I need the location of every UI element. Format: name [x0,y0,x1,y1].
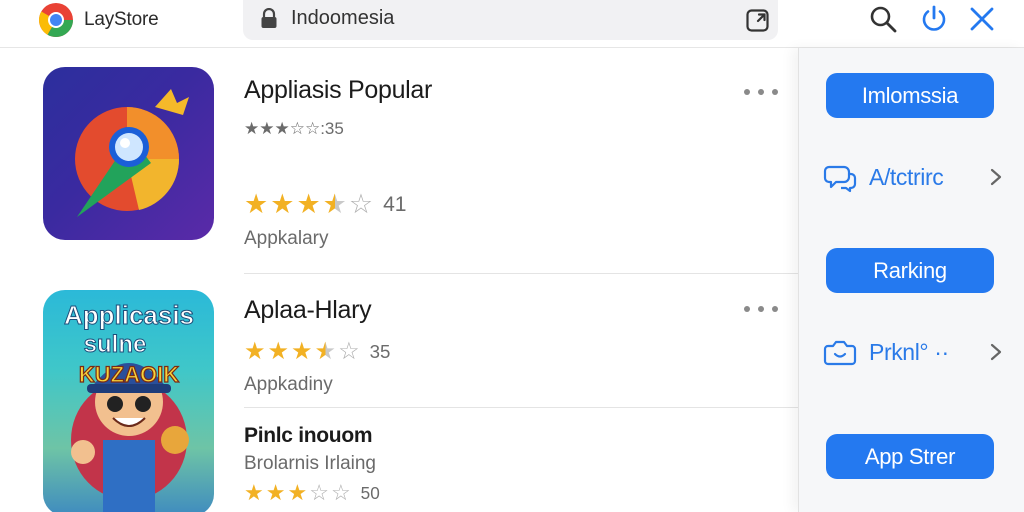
divider [244,407,798,408]
star-full-icon: ★ [244,338,266,365]
icon-caption-2: sulne [84,331,147,358]
star-full-icon: ★ [244,189,269,219]
app-title[interactable]: Aplaa-Hlary [244,296,372,325]
star-full-icon: ★ [287,480,308,505]
browser-logo-icon [39,3,73,37]
star-full-icon: ★ [267,338,290,365]
app-2-artwork: Applicasis sulne KUZAOIK [63,300,195,512]
star-full-icon: ★ [270,189,295,219]
share-icon[interactable] [745,7,771,33]
app-subtitle: Brolarnis Irlaing [244,453,376,474]
app-1-meta-rating: ★★★☆☆:35 [244,119,344,138]
star-half-icon: ★ [322,189,347,219]
power-icon[interactable] [919,4,949,34]
close-icon[interactable] [967,4,997,34]
top-bar: LayStore Indoomesia [0,0,1024,48]
sidebar-button[interactable]: App Strer [826,434,994,479]
star-empty-icon: ☆ [309,480,329,505]
search-icon[interactable] [868,4,898,34]
star-half-icon: ★ [314,338,337,365]
address-bar[interactable]: Indoomesia [243,0,778,40]
sidebar-button[interactable]: Imlomssia [826,73,994,118]
star-empty-icon: ☆ [348,189,374,219]
app-title[interactable]: Appliasis Popular [244,76,432,105]
rating-value: 35 [369,341,391,362]
icon-caption-1: Applicasis [64,300,194,330]
more-options-icon[interactable] [744,86,778,98]
lock-icon [261,8,277,28]
star-full-icon: ★ [291,338,313,365]
camera-icon [823,340,857,366]
sidebar-button[interactable]: Rarking [826,248,994,293]
rating-value: 41 [383,192,407,216]
app-list: Appliasis Popular ★★★☆☆:35 ★ ★ ★ ★ ☆ 41 Appka… [0,48,798,512]
app-icon-1[interactable] [43,67,214,240]
star-empty-icon: ☆ [338,338,360,365]
chat-icon [823,165,857,193]
star-full-icon: ★ [296,189,321,219]
chevron-right-icon [990,168,1002,186]
star-full-icon: ★ [244,480,264,505]
sidebar-link-label: Prknl° ·· [869,338,949,365]
more-options-icon[interactable] [744,303,778,315]
app-title[interactable]: Pinlc inouom [244,424,373,448]
address-text: Indoomesia [291,7,395,29]
app-subtitle: Appkadiny [244,374,333,395]
sidebar-link[interactable]: A/tctrirc [823,159,1003,195]
star-full-icon: ★ [265,480,286,505]
app-1-rating: ★ ★ ★ ★ ☆ 41 [244,191,407,218]
app-2-rating: ★ ★ ★ ★ ☆ 35 [244,340,390,364]
app-1-artwork [75,89,189,217]
divider [244,273,798,274]
app-3-rating: ★ ★ ★ ☆ ☆ 50 [244,482,380,504]
app-subtitle: Appkalary [244,228,329,249]
brand[interactable]: LayStore [38,2,159,38]
icon-caption-3: KUZAOIK [79,362,179,387]
sidebar-link-label: A/tctrirc [869,163,944,190]
rating-value: 50 [360,482,380,503]
right-sidebar: Imlomssia A/tctrirc Rarking Prknl° ·· Ap… [798,48,1024,512]
sidebar-link[interactable]: Prknl° ·· [823,334,1003,370]
brand-name: LayStore [84,9,159,30]
chevron-right-icon [990,343,1002,361]
star-empty-icon: ☆ [330,480,351,505]
app-icon-2[interactable]: Applicasis sulne KUZAOIK [43,290,214,512]
